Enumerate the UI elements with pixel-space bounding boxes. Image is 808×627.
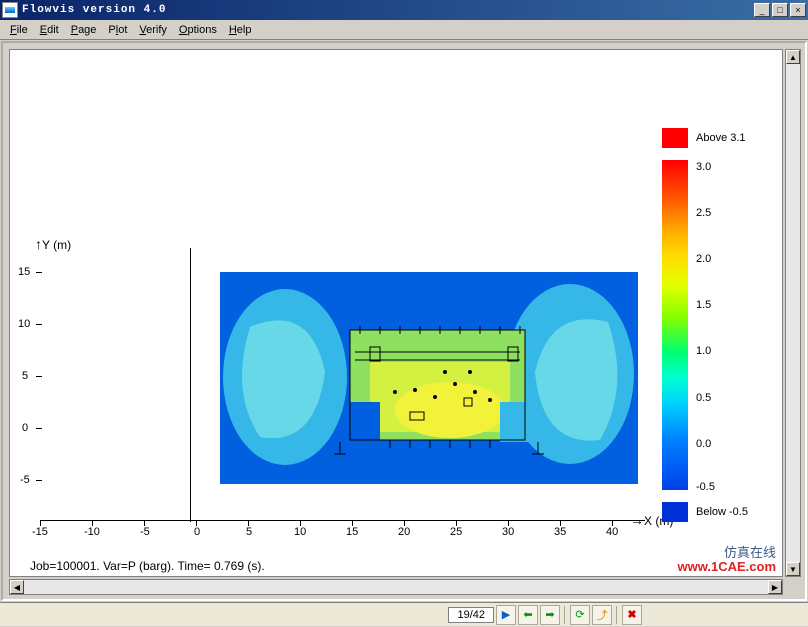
menubar: File Edit Page Plot Verify Options Help	[0, 20, 808, 40]
x-tick: 15	[346, 526, 358, 538]
menu-options[interactable]: Options	[173, 22, 223, 38]
legend-below-row: Below -0.5	[662, 502, 762, 522]
legend-above-label: Above 3.1	[696, 132, 746, 144]
play-button[interactable]: ▶	[496, 605, 516, 625]
vertical-scrollbar[interactable]: ▲ ▼	[785, 49, 801, 577]
x-tick: 20	[398, 526, 410, 538]
color-legend: Above 3.1 3.0 2.5 2.0 1.5 1.0 0.5 0.0 -0…	[662, 128, 762, 522]
close-button[interactable]: ×	[790, 3, 806, 17]
y-axis-text: Y (m)	[42, 238, 71, 252]
menu-verify-label: erify	[146, 24, 167, 36]
watermark-corner: 仿真在线 www.1CAE.com	[678, 546, 776, 574]
x-tick: 30	[502, 526, 514, 538]
legend-tick: 0.0	[696, 438, 711, 450]
play-icon: ▶	[502, 608, 510, 621]
minimize-button[interactable]: _	[754, 3, 770, 17]
x-tick: 0	[194, 526, 200, 538]
legend-tick: 2.0	[696, 253, 711, 265]
maximize-button[interactable]: □	[772, 3, 788, 17]
titlebar: Flowvis version 4.0 _ □ ×	[0, 0, 808, 20]
scroll-right-icon[interactable]: ▶	[768, 580, 782, 594]
y-axis-label: ↑Y (m)	[35, 236, 71, 252]
window-title: Flowvis version 4.0	[22, 4, 754, 16]
x-tick: -5	[140, 526, 150, 538]
y-tick: 0	[22, 422, 28, 434]
separator	[616, 606, 618, 624]
menu-verify[interactable]: Verify	[133, 22, 173, 38]
menu-edit-label: dit	[47, 24, 59, 36]
legend-below-label: Below -0.5	[696, 506, 748, 518]
x-tick: 10	[294, 526, 306, 538]
menu-help[interactable]: Help	[223, 22, 258, 38]
menu-page-label: age	[78, 24, 96, 36]
step-back-button[interactable]: ⬅	[518, 605, 538, 625]
plot-area: 15 10 5 0 -5 -15 -10 -5 0 5 10 15 20 25 …	[40, 260, 658, 530]
legend-colorbar: 3.0 2.5 2.0 1.5 1.0 0.5 0.0 -0.5	[662, 160, 688, 490]
step-forward-button[interactable]: ➡	[540, 605, 560, 625]
watermark-corner-top: 仿真在线	[678, 546, 776, 560]
menu-page[interactable]: Page	[65, 22, 103, 38]
x-tick: -15	[32, 526, 48, 538]
x-tick: 25	[450, 526, 462, 538]
menu-plot[interactable]: Plot	[102, 22, 133, 38]
legend-tick: 0.5	[696, 392, 711, 404]
scroll-left-icon[interactable]: ◀	[10, 580, 24, 594]
refresh-icon: ⟳	[575, 608, 584, 621]
x-tick: 40	[606, 526, 618, 538]
stop-button[interactable]: ✖	[622, 605, 642, 625]
arrow-right-green-icon: ➡	[545, 608, 554, 621]
watermark-corner-bottom: www.1CAE.com	[678, 560, 776, 574]
menu-file[interactable]: File	[4, 22, 34, 38]
horizontal-scrollbar[interactable]: ◀ ▶	[9, 579, 783, 595]
page-indicator: 19/42	[448, 607, 494, 623]
client-area: 1CAE.COM ↑Y (m)	[1, 41, 807, 601]
scroll-v-track[interactable]	[786, 64, 800, 562]
scroll-down-icon[interactable]: ▼	[786, 562, 800, 576]
export-icon: ⤴	[597, 607, 608, 623]
y-tick: -5	[20, 474, 30, 486]
contour-svg	[220, 272, 638, 484]
app-icon	[2, 2, 18, 18]
menu-options-label: ptions	[187, 24, 216, 36]
refresh-button[interactable]: ⟳	[570, 605, 590, 625]
x-tick: -10	[84, 526, 100, 538]
legend-tick: 1.0	[696, 345, 711, 357]
scroll-h-track[interactable]	[24, 580, 768, 594]
bottom-toolbar: 19/42 ▶ ⬅ ➡ ⟳ ⤴ ✖	[0, 602, 808, 626]
menu-plot-label: ot	[118, 24, 127, 36]
y-axis-line	[190, 248, 191, 522]
separator	[564, 606, 566, 624]
contour-plot	[220, 272, 638, 484]
legend-tick: 2.5	[696, 207, 711, 219]
status-line-2: XY plane, Z=5 m	[30, 574, 265, 577]
up-arrow-icon: ↑	[35, 236, 42, 252]
right-arrow-icon: →	[630, 512, 644, 528]
scroll-up-icon[interactable]: ▲	[786, 50, 800, 64]
y-tick: 5	[22, 370, 28, 382]
arrow-left-green-icon: ⬅	[523, 608, 532, 621]
window-buttons: _ □ ×	[754, 3, 806, 17]
export-button[interactable]: ⤴	[592, 605, 612, 625]
y-tick: 10	[18, 318, 30, 330]
legend-tick: 3.0	[696, 161, 711, 173]
legend-tick: 1.5	[696, 299, 711, 311]
x-axis-line	[40, 520, 645, 521]
stop-x-icon: ✖	[627, 608, 636, 621]
plot-canvas: 1CAE.COM ↑Y (m)	[9, 49, 783, 577]
menu-edit[interactable]: Edit	[34, 22, 65, 38]
status-line-1: Job=100001. Var=P (barg). Time= 0.769 (s…	[30, 558, 265, 574]
x-tick: 35	[554, 526, 566, 538]
menu-file-label: ile	[17, 24, 28, 36]
menu-help-label: elp	[237, 24, 252, 36]
y-tick: 15	[18, 266, 30, 278]
legend-below-swatch	[662, 502, 688, 522]
legend-above-row: Above 3.1	[662, 128, 762, 148]
legend-tick: -0.5	[696, 481, 715, 493]
x-tick: 5	[246, 526, 252, 538]
legend-above-swatch	[662, 128, 688, 148]
status-text: Job=100001. Var=P (barg). Time= 0.769 (s…	[30, 558, 265, 577]
